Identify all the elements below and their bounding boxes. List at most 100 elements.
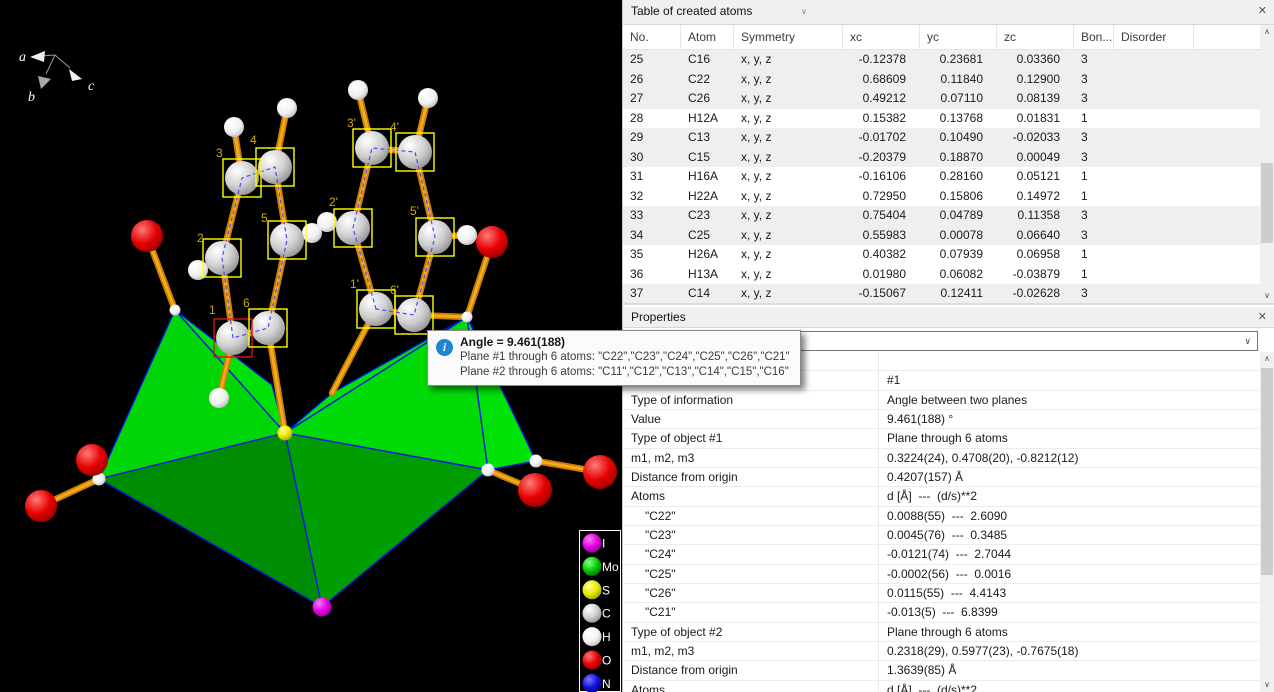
carbon-atom[interactable] — [397, 298, 431, 332]
property-label: Value — [623, 410, 879, 428]
scroll-down-icon[interactable]: ∨ — [1260, 678, 1274, 692]
header-filler — [1194, 25, 1260, 49]
o-legend-sphere — [583, 651, 602, 670]
vertex-atom[interactable] — [530, 455, 543, 468]
scroll-up-icon[interactable]: ∧ — [1260, 25, 1274, 39]
cell-filler — [1194, 89, 1260, 109]
table-row[interactable]: 36H13Ax, y, z0.019800.06082-0.038791 — [623, 265, 1260, 285]
table-row[interactable]: 28H12Ax, y, z0.153820.137680.018311 — [623, 109, 1260, 129]
property-row[interactable]: "C25"-0.0002(56) --- 0.0016 — [623, 565, 1260, 584]
scroll-down-icon[interactable]: ∨ — [1260, 289, 1274, 303]
table-row[interactable]: 29C13x, y, z-0.017020.10490-0.020333 — [623, 128, 1260, 148]
s-legend-sphere — [583, 580, 602, 599]
column-header-zc[interactable]: zc — [997, 25, 1074, 49]
property-row[interactable]: "C21"-0.013(5) --- 6.8399 — [623, 603, 1260, 622]
carbon-atom[interactable] — [355, 131, 389, 165]
property-label: "C23" — [623, 526, 879, 544]
close-icon[interactable]: ✕ — [1258, 4, 1267, 17]
table-row[interactable]: 31H16Ax, y, z-0.161060.281600.051211 — [623, 167, 1260, 187]
vertex-atom[interactable] — [482, 464, 495, 477]
panel-menu-arrow-icon[interactable]: ∨ — [801, 7, 807, 16]
table-row[interactable]: 27C26x, y, z0.492120.071100.081393 — [623, 89, 1260, 109]
close-icon[interactable]: ✕ — [1258, 310, 1267, 323]
cell-symmetry: x, y, z — [734, 128, 843, 148]
property-row[interactable]: Atomsd [Å] --- (d/s)**2 — [623, 681, 1260, 692]
tooltip-title: Angle = 9.461(188) — [460, 335, 794, 349]
column-header-symmetry[interactable]: Symmetry — [734, 25, 843, 49]
table-row[interactable]: 32H22Ax, y, z0.729500.158060.149721 — [623, 187, 1260, 207]
sulfur-atom[interactable] — [278, 426, 293, 441]
cell-yc: 0.07110 — [920, 89, 997, 109]
carbon-atoms[interactable] — [205, 131, 452, 355]
property-row[interactable]: Type of informationAngle between two pla… — [623, 391, 1260, 410]
hydrogen-atom[interactable] — [209, 388, 229, 408]
column-header-xc[interactable]: xc — [843, 25, 920, 49]
property-value: 0.4207(157) Å — [879, 468, 1260, 486]
scroll-up-icon[interactable]: ∧ — [1260, 352, 1274, 366]
property-label: Atoms — [623, 681, 879, 692]
carbon-atom[interactable] — [398, 135, 432, 169]
property-row[interactable]: "C22"0.0088(55) --- 2.6090 — [623, 507, 1260, 526]
atom-label: 4 — [250, 133, 257, 147]
angle-measurement-tooltip: i Angle = 9.461(188) Plane #1 through 6 … — [427, 330, 801, 386]
column-header-disorder[interactable]: Disorder — [1114, 25, 1194, 49]
atoms-table-header: No.AtomSymmetryxcyczcBon...Disorder — [623, 25, 1260, 50]
table-row[interactable]: 37C14x, y, z-0.150670.12411-0.026283 — [623, 284, 1260, 303]
cell-bonds: 3 — [1074, 206, 1114, 226]
atoms-table-scrollbar[interactable]: ∧ ∨ — [1260, 25, 1274, 303]
oxygen-atom[interactable] — [583, 455, 617, 489]
property-row[interactable]: "C26"0.0115(55) --- 4.4143 — [623, 584, 1260, 603]
property-value: d [Å] --- (d/s)**2 — [879, 487, 1260, 505]
oxygen-atom[interactable] — [25, 490, 57, 522]
oxygen-atom[interactable] — [518, 473, 552, 507]
scrollbar-thumb[interactable] — [1261, 368, 1273, 575]
column-header-atom[interactable]: Atom — [681, 25, 734, 49]
property-row[interactable]: "C24"-0.0121(74) --- 2.7044 — [623, 545, 1260, 564]
property-row[interactable]: Atomsd [Å] --- (d/s)**2 — [623, 487, 1260, 506]
properties-panel-titlebar[interactable]: Properties ✕ — [623, 307, 1274, 328]
oxygen-atom[interactable] — [76, 444, 108, 476]
c-axis-label: c — [88, 79, 95, 94]
cell-symmetry: x, y, z — [734, 109, 843, 129]
table-row[interactable]: 34C25x, y, z0.559830.000780.066403 — [623, 226, 1260, 246]
property-row[interactable]: "C23"0.0045(76) --- 0.3485 — [623, 526, 1260, 545]
cell-zc: -0.02628 — [997, 284, 1074, 303]
properties-scrollbar[interactable]: ∧ ∨ — [1260, 352, 1274, 692]
i-legend-sphere — [583, 534, 602, 553]
table-row[interactable]: 33C23x, y, z0.754040.047890.113583 — [623, 206, 1260, 226]
table-row[interactable]: 25C16x, y, z-0.123780.236810.033603 — [623, 50, 1260, 70]
property-row[interactable]: m1, m2, m30.3224(24), 0.4708(20), -0.821… — [623, 449, 1260, 468]
property-row[interactable]: Type of object #1Plane through 6 atoms — [623, 429, 1260, 448]
property-value: 0.0045(76) --- 0.3485 — [879, 526, 1260, 544]
table-row[interactable]: 26C22x, y, z0.686090.118400.129003 — [623, 70, 1260, 90]
hydrogen-atom[interactable] — [277, 98, 297, 118]
hydrogen-atom[interactable] — [224, 117, 244, 137]
iodine-atom[interactable] — [313, 598, 332, 617]
cell-bonds: 1 — [1074, 187, 1114, 207]
scrollbar-thumb[interactable] — [1261, 163, 1273, 243]
cell-no: 35 — [623, 245, 681, 265]
property-row[interactable]: Distance from origin0.4207(157) Å — [623, 468, 1260, 487]
property-row[interactable]: Value9.461(188) ° — [623, 410, 1260, 429]
property-row[interactable]: Distance from origin1.3639(85) Å — [623, 661, 1260, 680]
hydrogen-atom[interactable] — [418, 88, 438, 108]
carbon-atom[interactable] — [251, 311, 285, 345]
carbon-atom[interactable] — [270, 223, 304, 257]
oxygen-atom[interactable] — [131, 220, 163, 252]
cell-no: 29 — [623, 128, 681, 148]
vertex-atom[interactable] — [170, 305, 181, 316]
table-row[interactable]: 30C15x, y, z-0.203790.188700.000493 — [623, 148, 1260, 168]
hydrogen-atom[interactable] — [457, 225, 477, 245]
oxygen-atom[interactable] — [476, 226, 508, 258]
atoms-panel-titlebar[interactable]: Table of created atoms ∨ ✕ — [623, 0, 1274, 25]
column-header-no[interactable]: No. — [623, 25, 681, 49]
property-row[interactable]: m1, m2, m30.2318(29), 0.5977(23), -0.767… — [623, 642, 1260, 661]
hydrogen-atom[interactable] — [348, 80, 368, 100]
vertex-atom[interactable] — [462, 312, 473, 323]
property-value — [879, 352, 1260, 370]
table-row[interactable]: 35H26Ax, y, z0.403820.079390.069581 — [623, 245, 1260, 265]
cell-filler — [1194, 187, 1260, 207]
property-row[interactable]: Type of object #2Plane through 6 atoms — [623, 623, 1260, 642]
column-header-bon[interactable]: Bon... — [1074, 25, 1114, 49]
column-header-yc[interactable]: yc — [920, 25, 997, 49]
